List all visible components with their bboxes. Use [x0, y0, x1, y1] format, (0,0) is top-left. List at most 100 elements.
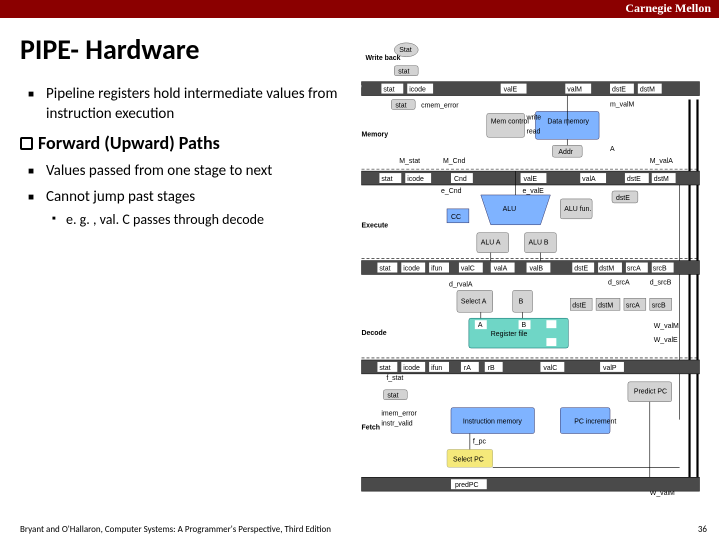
- citation: Bryant and O'Hallaron, Computer Systems:…: [20, 524, 331, 535]
- svg-text:Addr: Addr: [558, 149, 573, 156]
- svg-text:Memory: Memory: [362, 131, 389, 138]
- svg-text:dstE: dstE: [627, 176, 641, 183]
- svg-text:valC: valC: [461, 266, 475, 273]
- brand-label: Carnegie Mellon: [625, 1, 711, 16]
- svg-text:B: B: [519, 298, 524, 305]
- svg-text:Select PC: Select PC: [453, 456, 484, 463]
- svg-text:read: read: [527, 128, 541, 135]
- svg-text:B: B: [522, 322, 527, 329]
- svg-text:dstE: dstE: [616, 195, 630, 202]
- svg-text:dstE: dstE: [572, 302, 586, 309]
- svg-text:f_stat: f_stat: [386, 375, 403, 382]
- svg-text:dstE: dstE: [612, 87, 626, 94]
- bullet-item: Pipeline registers hold intermediate val…: [46, 85, 340, 124]
- svg-text:dstE: dstE: [574, 266, 588, 273]
- svg-text:icode: icode: [403, 365, 420, 372]
- svg-text:valP: valP: [603, 365, 617, 372]
- svg-text:srcA: srcA: [627, 266, 641, 273]
- svg-text:valM: valM: [567, 87, 582, 94]
- svg-text:M_valA: M_valA: [650, 158, 674, 165]
- svg-text:e_Cnd: e_Cnd: [441, 188, 462, 195]
- svg-text:stat: stat: [383, 87, 394, 94]
- svg-text:icode: icode: [407, 176, 424, 183]
- svg-text:valC: valC: [543, 365, 557, 372]
- svg-text:dstM: dstM: [598, 302, 613, 309]
- svg-text:m_valM: m_valM: [610, 101, 635, 108]
- svg-text:Execute: Execute: [362, 223, 389, 230]
- svg-text:icode: icode: [403, 266, 420, 273]
- svg-text:f_pc: f_pc: [473, 438, 487, 445]
- svg-text:rB: rB: [488, 365, 495, 372]
- text-column: PIPE- Hardware Pipeline registers hold i…: [0, 18, 350, 519]
- svg-text:Stat: Stat: [399, 47, 411, 54]
- bullet-item: Cannot jump past stages e. g. , val. C p…: [46, 188, 340, 230]
- stage-label-wb: Write back: [365, 55, 400, 62]
- svg-text:cmem_error: cmem_error: [421, 102, 459, 109]
- svg-text:d_srcB: d_srcB: [650, 279, 672, 286]
- svg-text:stat: stat: [395, 102, 406, 109]
- svg-text:write: write: [526, 114, 542, 121]
- svg-text:ALU B: ALU B: [529, 240, 549, 247]
- svg-text:A: A: [478, 322, 483, 329]
- svg-text:e_valE: e_valE: [523, 188, 545, 195]
- svg-text:M: M: [354, 173, 362, 184]
- svg-text:icode: icode: [409, 87, 426, 94]
- svg-text:rA: rA: [464, 365, 471, 372]
- svg-text:valA: valA: [494, 266, 508, 273]
- footer: Bryant and O'Hallaron, Computer Systems:…: [20, 524, 707, 535]
- svg-text:stat: stat: [379, 365, 390, 372]
- section-heading-list: Forward (Upward) Paths: [20, 132, 340, 154]
- svg-text:Mem control: Mem control: [491, 118, 530, 125]
- svg-text:W_valM: W_valM: [654, 323, 679, 330]
- svg-text:Cnd: Cnd: [454, 176, 467, 183]
- sub-sub-bullet-list: e. g. , val. C passes through decode: [46, 211, 340, 229]
- page-title: PIPE- Hardware: [20, 32, 340, 67]
- svg-text:E: E: [354, 263, 359, 274]
- svg-text:A: A: [610, 146, 615, 153]
- svg-text:ifun: ifun: [431, 266, 442, 273]
- svg-text:dstM: dstM: [599, 266, 614, 273]
- svg-text:srcB: srcB: [653, 266, 667, 273]
- svg-text:stat: stat: [398, 69, 409, 76]
- svg-text:valE: valE: [504, 87, 518, 94]
- svg-text:M_stat: M_stat: [399, 158, 420, 165]
- header-bar: Carnegie Mellon: [0, 0, 719, 18]
- svg-text:PC increment: PC increment: [574, 419, 616, 426]
- page-number: 36: [698, 524, 707, 535]
- svg-text:stat: stat: [381, 176, 392, 183]
- svg-text:W_valE: W_valE: [654, 337, 678, 344]
- svg-text:ifun: ifun: [431, 365, 442, 372]
- svg-text:instr_valid: instr_valid: [381, 421, 412, 428]
- svg-text:F: F: [354, 479, 358, 490]
- svg-text:ALU A: ALU A: [481, 240, 501, 247]
- svg-text:dstM: dstM: [654, 176, 669, 183]
- svg-text:valE: valE: [524, 176, 538, 183]
- svg-text:d_srcA: d_srcA: [608, 279, 630, 286]
- svg-text:srcB: srcB: [652, 302, 666, 309]
- svg-text:Predict PC: Predict PC: [634, 389, 667, 396]
- pipeline-diagram: Write back Stat stat W stat icode valE v…: [350, 22, 711, 519]
- svg-text:imem_error: imem_error: [381, 411, 417, 418]
- svg-text:srcA: srcA: [626, 302, 640, 309]
- svg-text:Data memory: Data memory: [547, 118, 589, 125]
- sub-bullet-list: Values passed from one stage to next Can…: [20, 162, 340, 229]
- svg-text:d_rvalA: d_rvalA: [449, 281, 473, 288]
- svg-text:Decode: Decode: [362, 330, 387, 337]
- svg-text:D: D: [354, 362, 360, 373]
- svg-text:valB: valB: [530, 266, 544, 273]
- bullet-list: Pipeline registers hold intermediate val…: [20, 85, 340, 124]
- svg-text:Instruction memory: Instruction memory: [463, 419, 523, 426]
- svg-text:Fetch: Fetch: [362, 425, 381, 432]
- diagram-column: Write back Stat stat W stat icode valE v…: [350, 18, 719, 519]
- svg-text:predPC: predPC: [455, 482, 479, 489]
- svg-text:ALU fun.: ALU fun.: [564, 206, 591, 213]
- bullet-text: Cannot jump past stages: [46, 188, 195, 206]
- section-heading: Forward (Upward) Paths: [38, 132, 340, 154]
- svg-text:stat: stat: [379, 266, 390, 273]
- bullet-item: Values passed from one stage to next: [46, 162, 340, 182]
- svg-text:Register file: Register file: [491, 331, 528, 338]
- svg-text:Select A: Select A: [461, 298, 487, 305]
- svg-text:W: W: [354, 84, 363, 95]
- svg-text:dstM: dstM: [640, 87, 655, 94]
- svg-text:valA: valA: [582, 176, 596, 183]
